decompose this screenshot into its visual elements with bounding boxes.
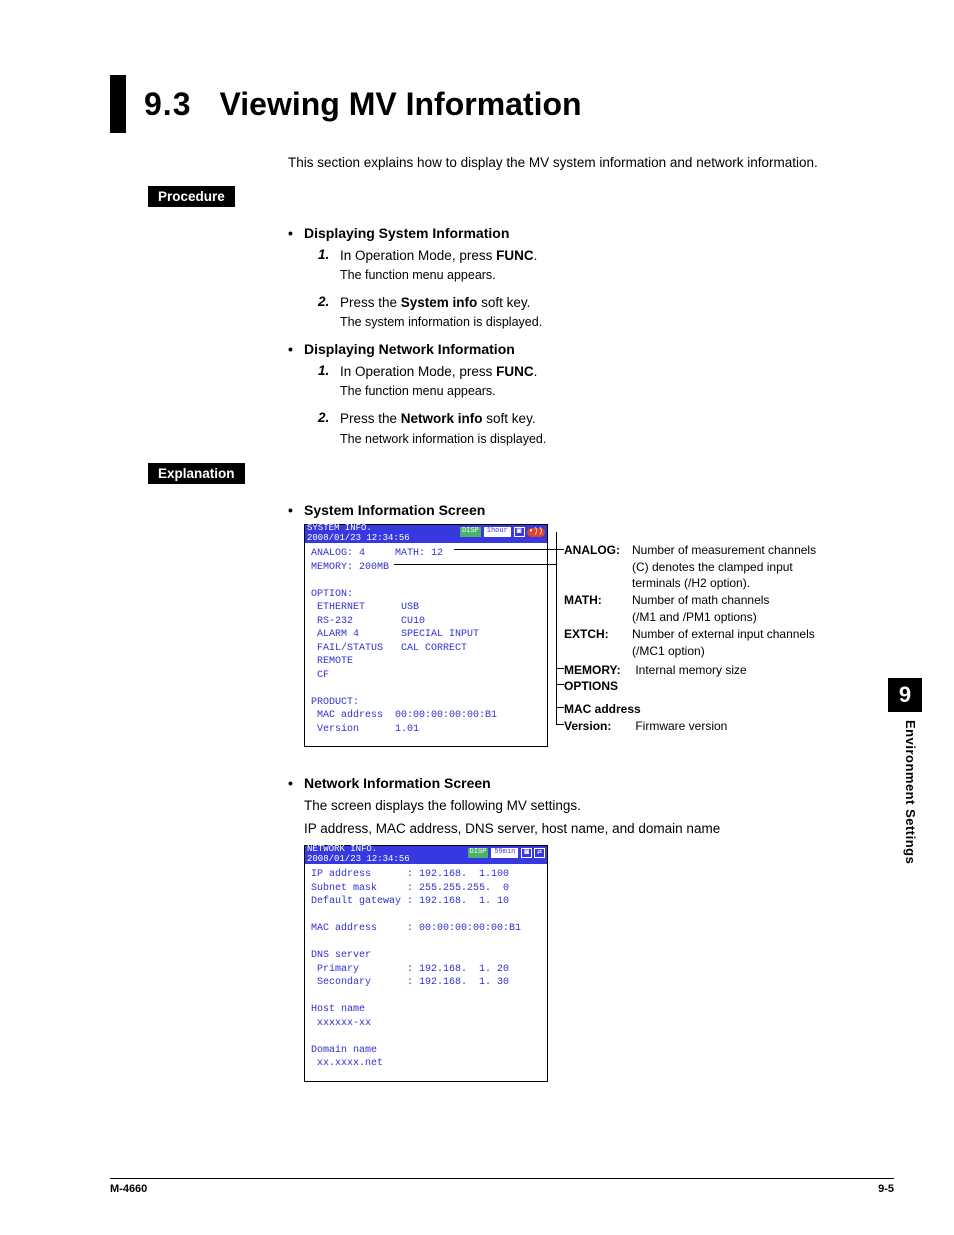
system-info-screen: SYSTEM INFO.2008/01/23 12:34:56 DISP 1ho… <box>304 524 548 747</box>
net-step-1: 1. In Operation Mode, press FUNC. <box>318 363 894 381</box>
heading-text: Network Information Screen <box>304 775 491 791</box>
net-step-1-note: The function menu appears. <box>340 383 894 400</box>
sys-step-2: 2. Press the System info soft key. <box>318 294 894 312</box>
network-info-screen: NETWORK INFO.2008/01/23 12:34:56 DISP 59… <box>304 845 548 1082</box>
screen-body: ANALOG: 4 MATH: 12 MEMORY: 200MB OPTION:… <box>305 543 547 746</box>
leader-line <box>556 684 564 685</box>
time-badge: 59min <box>490 847 519 859</box>
step-text: Press the Network info soft key. <box>340 410 894 428</box>
net-info-heading: • Displaying Network Information <box>288 341 894 357</box>
chapter-tab-title: Environment Settings <box>903 720 918 864</box>
net-step-2: 2. Press the Network info soft key. <box>318 410 894 428</box>
chapter-tab: 9 <box>888 678 922 712</box>
section-title-text: Viewing MV Information <box>219 86 581 123</box>
leader-line <box>556 668 564 669</box>
leader-line <box>556 707 564 708</box>
camera-icon: ◙ <box>521 848 532 858</box>
bullet-icon: • <box>288 225 304 241</box>
sys-info-heading: • Displaying System Information <box>288 225 894 241</box>
page-footer: M-4660 9-5 <box>110 1178 894 1195</box>
titlebar-icons: DISP 1hour ◙ •)) <box>460 526 545 538</box>
annot-options: OPTIONS <box>564 678 632 694</box>
step-text: In Operation Mode, press FUNC. <box>340 247 894 265</box>
section-number: 9.3 <box>144 86 191 123</box>
annot-math: MATH:Number of math channels (/M1 and /P… <box>564 592 854 624</box>
title-accent-bar <box>110 75 126 133</box>
camera-icon: ◙ <box>514 527 525 537</box>
intro-text: This section explains how to display the… <box>288 155 894 170</box>
disp-icon: DISP <box>468 848 489 858</box>
heading-text: Displaying System Information <box>304 225 509 241</box>
explanation-label: Explanation <box>148 463 245 484</box>
screen-titlebar: NETWORK INFO.2008/01/23 12:34:56 DISP 59… <box>305 846 547 864</box>
net-screen-line2: IP address, MAC address, DNS server, hos… <box>304 820 894 839</box>
net-step-2-note: The network information is displayed. <box>340 431 894 448</box>
section-title: 9.3 Viewing MV Information <box>110 75 894 133</box>
time-badge: 1hour <box>483 526 512 538</box>
sys-step-2-note: The system information is displayed. <box>340 314 894 331</box>
procedure-label: Procedure <box>148 186 235 207</box>
signal-icon: •)) <box>527 528 545 537</box>
heading-text: Displaying Network Information <box>304 341 515 357</box>
sys-step-1: 1. In Operation Mode, press FUNC. <box>318 247 894 265</box>
net-screen-heading: • Network Information Screen <box>288 775 894 791</box>
step-number: 2. <box>318 410 340 428</box>
annot-version: Version: Firmware version <box>564 718 727 734</box>
link-icon: ⇄ <box>534 848 545 858</box>
titlebar-icons: DISP 59min ◙ ⇄ <box>468 847 545 859</box>
step-number: 2. <box>318 294 340 312</box>
step-number: 1. <box>318 363 340 381</box>
leader-line <box>454 549 556 550</box>
footer-right: 9-5 <box>878 1183 894 1195</box>
step-number: 1. <box>318 247 340 265</box>
leader-line <box>556 724 564 725</box>
net-screen-line1: The screen displays the following MV set… <box>304 797 894 816</box>
annot-extch: EXTCH:Number of external input channels … <box>564 626 854 658</box>
annot-mac: MAC address <box>564 701 641 717</box>
disp-icon: DISP <box>460 527 481 537</box>
leader-vline <box>556 564 557 668</box>
footer-left: M-4660 <box>110 1183 147 1195</box>
heading-text: System Information Screen <box>304 502 485 518</box>
annot-memory: MEMORY: Internal memory size <box>564 662 854 678</box>
sys-screen-heading: • System Information Screen <box>288 502 894 518</box>
sys-step-1-note: The function menu appears. <box>340 267 894 284</box>
screen-body: IP address : 192.168. 1.100 Subnet mask … <box>305 864 547 1081</box>
screen-titlebar: SYSTEM INFO.2008/01/23 12:34:56 DISP 1ho… <box>305 525 547 543</box>
bullet-icon: • <box>288 775 304 791</box>
annot-analog: ANALOG:Number of measurement channels (C… <box>564 542 854 591</box>
step-text: Press the System info soft key. <box>340 294 894 312</box>
system-info-figure: SYSTEM INFO.2008/01/23 12:34:56 DISP 1ho… <box>304 524 894 747</box>
bullet-icon: • <box>288 341 304 357</box>
bullet-icon: • <box>288 502 304 518</box>
leader-line <box>556 549 564 550</box>
step-text: In Operation Mode, press FUNC. <box>340 363 894 381</box>
leader-line <box>394 564 556 565</box>
